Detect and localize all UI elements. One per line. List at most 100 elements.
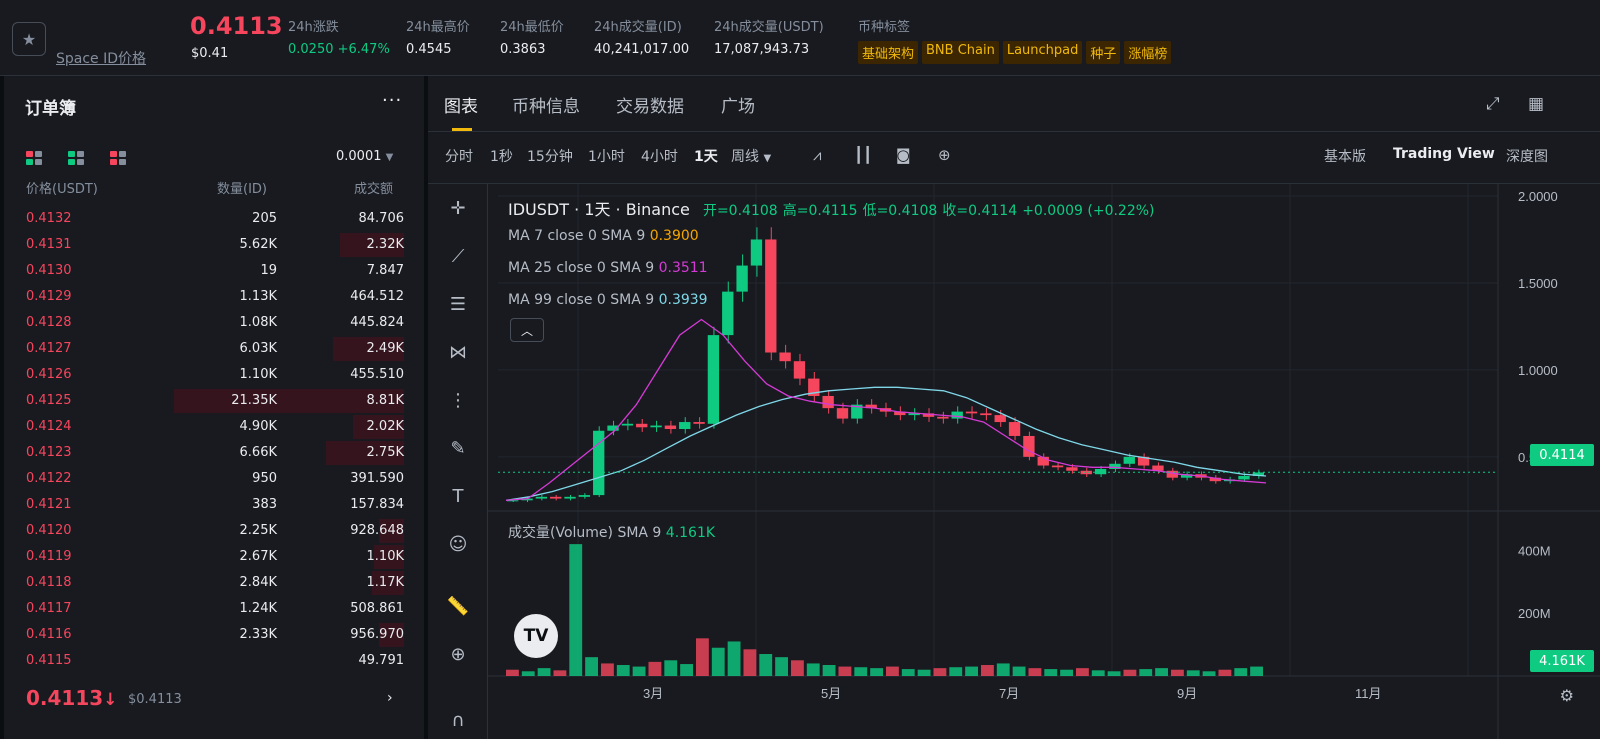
col-total-header: 成交额 — [354, 182, 394, 197]
collapse-legend-button[interactable]: ︿ — [510, 318, 544, 342]
tradingview-logo[interactable]: TV — [514, 614, 558, 658]
orderbook-row[interactable]: 0.4123 6.66K 2.75K — [4, 440, 424, 466]
camera-icon[interactable]: ◙ — [896, 146, 911, 164]
candle-body — [822, 395, 834, 409]
row-total: 956.970 — [350, 627, 404, 642]
tag-item[interactable]: Launchpad — [1002, 41, 1083, 64]
view-bids-icon[interactable] — [68, 151, 84, 165]
tab-square[interactable]: 广场 — [721, 92, 755, 117]
timeframe-1d[interactable]: 1天 — [694, 146, 718, 166]
row-price: 0.4116 — [26, 627, 72, 642]
orderbook-row[interactable]: 0.4119 2.67K 1.10K — [4, 544, 424, 570]
crosshair-icon[interactable]: ✛ — [442, 192, 474, 224]
price-axis-label: 1.0000 — [1518, 363, 1558, 378]
volume-bar — [711, 647, 725, 676]
tags-label: 币种标签 — [858, 20, 911, 35]
orderbook-row[interactable]: 0.4129 1.13K 464.512 — [4, 284, 424, 310]
tab-coin-info[interactable]: 币种信息 — [512, 92, 580, 117]
tag-item[interactable]: 基础架构 — [858, 41, 919, 64]
view-tradingview[interactable]: Trading View — [1393, 146, 1495, 162]
volume-bar — [917, 669, 931, 676]
orderbook-row[interactable]: 0.4130 19 7.847 — [4, 258, 424, 284]
candle-body — [980, 413, 992, 416]
precision-select[interactable]: 0.0001 ▼ — [336, 149, 393, 164]
view-asks-icon[interactable] — [110, 151, 126, 165]
timeframe-1s[interactable]: 1秒 — [490, 146, 513, 166]
orderbook-row[interactable]: 0.4128 1.08K 445.824 — [4, 310, 424, 336]
orderbook-row[interactable]: 0.4120 2.25K 928.648 — [4, 518, 424, 544]
view-both-icon[interactable] — [26, 151, 42, 165]
volume-bar — [585, 657, 598, 676]
stat-value: 0.4545 — [406, 42, 452, 57]
chart-tabs: 图表 币种信息 交易数据 广场 ⤢ ▦ — [428, 76, 1600, 132]
row-qty: 4.90K — [239, 419, 277, 434]
fib-icon[interactable]: ⋮ — [442, 384, 474, 416]
magnet-icon[interactable]: ∩ — [442, 704, 474, 736]
tag-item[interactable]: 种子 — [1086, 41, 1121, 64]
orderbook-row[interactable]: 0.4126 1.10K 455.510 — [4, 362, 424, 388]
trend-line-icon[interactable]: ⟋ — [442, 240, 474, 272]
orderbook-row[interactable]: 0.4131 5.62K 2.32K — [4, 232, 424, 258]
volume-bar — [1155, 668, 1168, 676]
candle-body — [693, 422, 705, 424]
candle-body — [1123, 456, 1135, 464]
tag-item[interactable]: 涨幅榜 — [1124, 41, 1172, 64]
add-icon[interactable]: ⊕ — [938, 146, 951, 164]
tag-item[interactable]: BNB Chain — [922, 41, 999, 64]
timeframe-1h[interactable]: 1小时 — [588, 146, 625, 166]
volume-bar — [601, 663, 614, 676]
row-total: 8.81K — [366, 393, 404, 408]
settings-icon[interactable]: ⚙ — [1560, 686, 1574, 705]
orderbook-row[interactable]: 0.4132 205 84.706 — [4, 206, 424, 232]
orderbook-row[interactable]: 0.4122 950 391.590 — [4, 466, 424, 492]
last-trade-price[interactable]: 0.4113↓ — [26, 686, 117, 710]
tab-chart[interactable]: 图表 — [444, 92, 478, 117]
row-total: 464.512 — [350, 289, 404, 304]
volume-bar — [791, 660, 804, 676]
orderbook-row[interactable]: 0.4127 6.03K 2.49K — [4, 336, 424, 362]
more-options-icon[interactable]: ··· — [382, 90, 402, 111]
text-icon[interactable]: T — [442, 480, 474, 512]
volume-bar — [696, 638, 709, 676]
horizontal-lines-icon[interactable]: ☰ — [442, 288, 474, 320]
tab-trade-data[interactable]: 交易数据 — [616, 92, 684, 117]
timeframe-week[interactable]: 周线 ▼ — [731, 146, 771, 166]
row-total: 2.49K — [366, 341, 404, 356]
orderbook-row[interactable]: 0.4118 2.84K 1.17K — [4, 570, 424, 596]
pattern-icon[interactable]: ⋈ — [442, 336, 474, 368]
orderbook-row[interactable]: 0.4125 21.35K 8.81K — [4, 388, 424, 414]
price-axis-label: 2.0000 — [1518, 189, 1558, 204]
orderbook-row[interactable]: 0.4115 49.791 — [4, 648, 424, 674]
orderbook-row[interactable]: 0.4121 383 157.834 — [4, 492, 424, 518]
layout-icon[interactable]: ▦ — [1528, 94, 1544, 114]
fullscreen-icon[interactable]: ⤢ — [1486, 94, 1500, 114]
time-axis-label: 5月 — [821, 686, 841, 701]
orderbook-row[interactable]: 0.4116 2.33K 956.970 — [4, 622, 424, 648]
view-basic[interactable]: 基本版 — [1324, 146, 1366, 166]
current-price-tag: 0.4114 — [1530, 444, 1594, 466]
row-total: 2.32K — [366, 237, 404, 252]
ruler-icon[interactable]: 📏 — [442, 590, 474, 622]
view-depth[interactable]: 深度图 — [1506, 146, 1548, 166]
candle-type-icon[interactable]: ┃┃ — [854, 146, 872, 164]
volume-bar — [1234, 668, 1248, 676]
timeframe-tick[interactable]: 分时 — [445, 146, 473, 166]
page: ★ Space ID价格 0.4113 $0.41 24h涨跌 0.0250 +… — [0, 0, 1600, 739]
precision-value: 0.0001 — [336, 149, 382, 164]
row-qty: 5.62K — [239, 237, 277, 252]
orderbook-row[interactable]: 0.4124 4.90K 2.02K — [4, 414, 424, 440]
timeframe-15m[interactable]: 15分钟 — [527, 146, 573, 166]
chevron-right-icon[interactable]: › — [387, 690, 393, 706]
volume-bar — [996, 663, 1010, 676]
row-price: 0.4118 — [26, 575, 72, 590]
price-chart[interactable]: 2.00001.50001.00000.5000400M200M3月5月7月9月… — [488, 184, 1600, 739]
brush-icon[interactable]: ✎ — [442, 432, 474, 464]
indicator-icon[interactable]: ⩘ — [813, 146, 821, 164]
emoji-icon[interactable]: ☺ — [442, 528, 474, 560]
favorite-star-icon[interactable]: ★ — [12, 22, 46, 56]
timeframe-4h[interactable]: 4小时 — [641, 146, 678, 166]
volume-bar — [822, 665, 836, 676]
coin-name-link[interactable]: Space ID价格 — [56, 48, 146, 68]
zoom-in-icon[interactable]: ⊕ — [442, 638, 474, 670]
orderbook-row[interactable]: 0.4117 1.24K 508.861 — [4, 596, 424, 622]
